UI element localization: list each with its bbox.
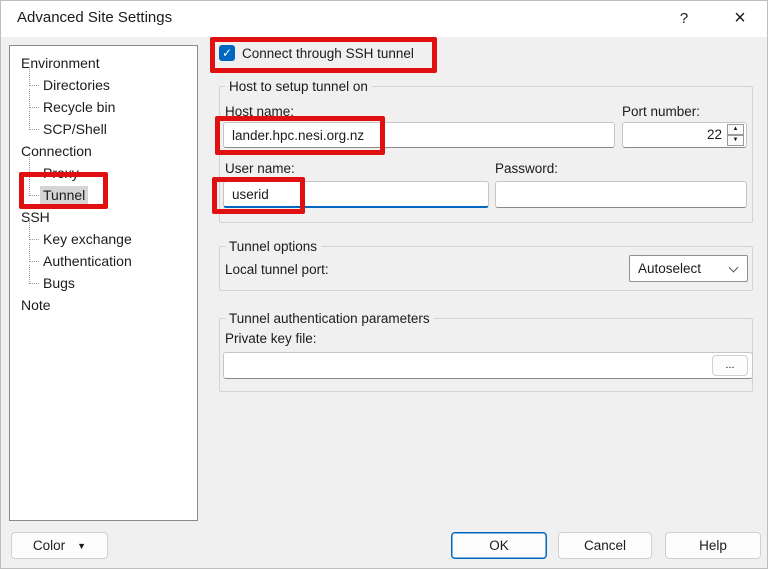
port-number-value: 22 [707, 127, 722, 142]
tree-item-note[interactable]: Note [10, 294, 197, 316]
tree-item-scp-shell[interactable]: SCP/Shell [10, 118, 197, 140]
help-icon[interactable]: ? [661, 1, 707, 37]
host-name-label: Host name: [225, 104, 294, 119]
tunnel-auth-legend: Tunnel authentication parameters [225, 311, 434, 326]
spin-down-icon[interactable]: ▼ [727, 135, 744, 146]
chevron-down-icon [730, 264, 738, 272]
user-name-label: User name: [225, 161, 295, 176]
help-button[interactable]: Help [665, 532, 761, 559]
checkbox-checked-icon[interactable]: ✓ [219, 45, 235, 61]
ok-button[interactable]: OK [451, 532, 547, 559]
local-tunnel-port-label: Local tunnel port: [225, 262, 329, 277]
local-tunnel-port-select[interactable]: Autoselect [629, 255, 748, 282]
browse-key-file-button[interactable]: ... [712, 355, 748, 376]
title-bar: Advanced Site Settings ? × [1, 1, 767, 37]
close-icon[interactable]: × [717, 1, 763, 37]
color-dropdown-button[interactable]: Color▼ [11, 532, 108, 559]
dropdown-caret-icon: ▼ [77, 541, 86, 551]
user-name-input[interactable] [223, 181, 489, 208]
local-tunnel-port-value: Autoselect [638, 261, 701, 276]
tree-item-tunnel[interactable]: Tunnel [10, 184, 197, 206]
private-key-file-input[interactable] [223, 352, 753, 379]
private-key-file-label: Private key file: [225, 331, 317, 346]
cancel-button[interactable]: Cancel [558, 532, 652, 559]
advanced-site-settings-dialog: Advanced Site Settings ? × Environment D… [0, 0, 768, 569]
password-input[interactable] [495, 181, 747, 208]
dialog-title: Advanced Site Settings [17, 9, 172, 26]
tunnel-options-legend: Tunnel options [225, 239, 321, 254]
tree-item-bugs[interactable]: Bugs [10, 272, 197, 294]
password-label: Password: [495, 161, 558, 176]
settings-tree: Environment Directories Recycle bin SCP/… [9, 45, 198, 521]
host-group-legend: Host to setup tunnel on [225, 79, 372, 94]
spin-up-icon[interactable]: ▲ [727, 124, 744, 135]
port-number-label: Port number: [622, 104, 700, 119]
host-name-input[interactable] [223, 122, 615, 148]
checkbox-label: Connect through SSH tunnel [242, 45, 414, 62]
port-number-stepper[interactable]: 22 ▲ ▼ [622, 122, 747, 148]
